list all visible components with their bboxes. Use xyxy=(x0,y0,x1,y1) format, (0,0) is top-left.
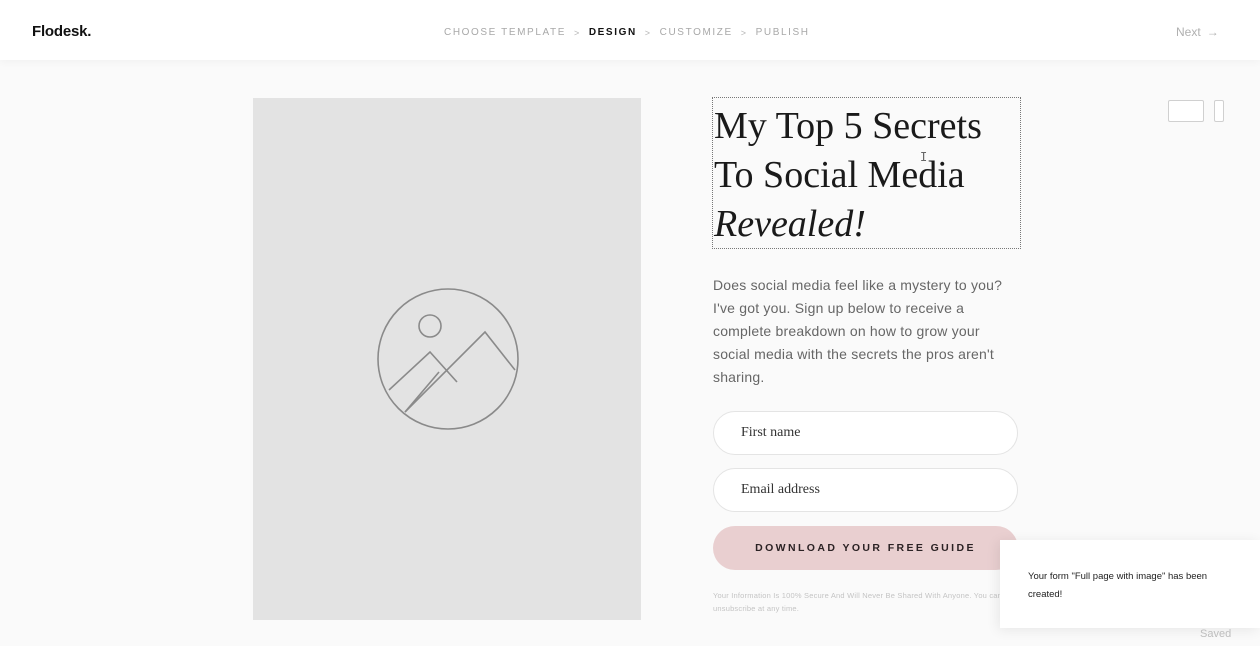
toast-notification: Your form "Full page with image" has bee… xyxy=(1000,540,1260,628)
headline-line-1: My Top 5 Secrets xyxy=(714,105,982,147)
email-placeholder: Email address xyxy=(741,482,820,497)
headline-line-2: To Social Media xyxy=(714,154,965,196)
device-preview-toggle xyxy=(1168,100,1232,124)
step-separator: > xyxy=(644,27,652,38)
next-label: Next xyxy=(1176,25,1201,39)
step-breadcrumb: CHOOSE TEMPLATE > DESIGN > CUSTOMIZE > P… xyxy=(444,27,810,38)
desktop-icon[interactable] xyxy=(1168,100,1204,122)
form-image-panel[interactable] xyxy=(253,98,641,620)
headline-italic: Revealed! xyxy=(714,203,866,245)
mobile-icon[interactable] xyxy=(1214,100,1224,122)
image-placeholder-icon xyxy=(377,288,519,430)
text-cursor-icon: I xyxy=(920,150,928,164)
top-bar: Flodesk. CHOOSE TEMPLATE > DESIGN > CUST… xyxy=(0,0,1260,60)
step-publish[interactable]: PUBLISH xyxy=(756,27,810,38)
form-description[interactable]: Does social media feel like a mystery to… xyxy=(713,274,1013,389)
step-separator: > xyxy=(740,27,748,38)
toast-message: Your form "Full page with image" has bee… xyxy=(1028,571,1208,600)
flodesk-logo[interactable]: Flodesk. xyxy=(32,23,91,40)
step-choose-template[interactable]: CHOOSE TEMPLATE xyxy=(444,27,566,38)
saved-status: Saved xyxy=(1200,628,1232,640)
step-separator: > xyxy=(573,27,581,38)
step-customize[interactable]: CUSTOMIZE xyxy=(660,27,733,38)
first-name-field[interactable]: First name xyxy=(713,411,1018,455)
email-field[interactable]: Email address xyxy=(713,468,1018,512)
first-name-placeholder: First name xyxy=(741,425,801,440)
step-design[interactable]: DESIGN xyxy=(589,27,637,38)
download-guide-button[interactable]: DOWNLOAD YOUR FREE GUIDE xyxy=(713,526,1018,570)
privacy-disclaimer[interactable]: Your Information Is 100% Secure And Will… xyxy=(713,589,1013,615)
headline-textbox[interactable]: My Top 5 Secrets To Social Media Reveale… xyxy=(712,97,1021,249)
next-button[interactable]: Next → xyxy=(1176,25,1219,39)
arrow-right-icon: → xyxy=(1206,25,1219,39)
